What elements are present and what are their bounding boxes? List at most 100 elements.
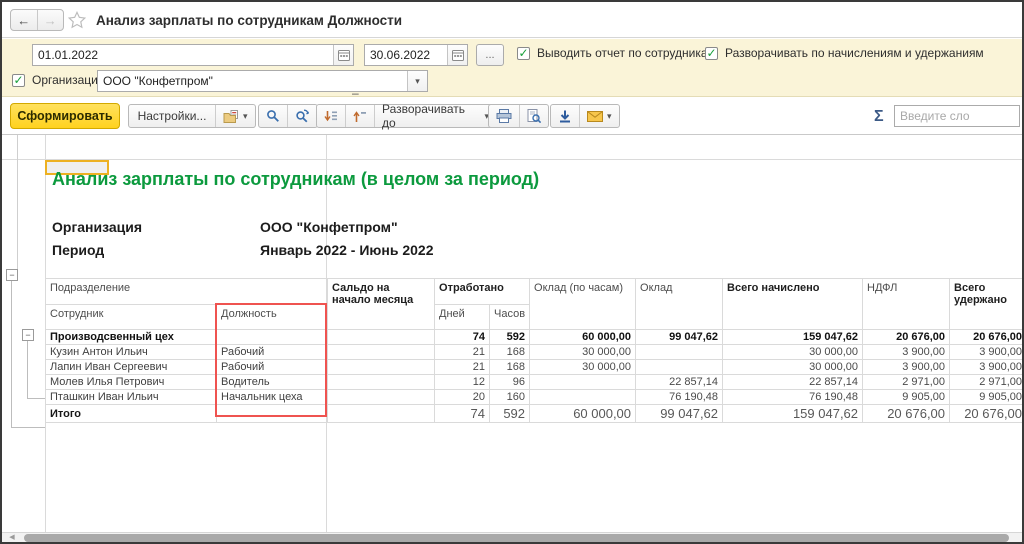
cell-hours[interactable]: 168 <box>489 359 531 375</box>
print-button[interactable] <box>489 105 519 127</box>
cell-balance[interactable] <box>327 374 436 390</box>
period-from-field[interactable]: 01.01.2022 <box>32 44 354 66</box>
cell-days[interactable]: 74 <box>434 329 491 345</box>
settings-button[interactable]: Настройки... <box>129 105 215 127</box>
cell-salary[interactable]: 99 047,62 <box>635 404 724 423</box>
scrollbar-thumb[interactable] <box>24 534 1009 542</box>
cell-position[interactable] <box>215 404 329 423</box>
cell-withheld[interactable]: 3 900,00 <box>949 344 1022 360</box>
cell-ndfl[interactable]: 3 900,00 <box>862 344 951 360</box>
period-from-value[interactable]: 01.01.2022 <box>33 48 333 62</box>
cell-ndfl[interactable]: 2 971,00 <box>862 374 951 390</box>
cell-ndfl[interactable]: 3 900,00 <box>862 359 951 375</box>
collapse-group-button-outer[interactable]: − <box>6 269 18 281</box>
cell-accrued[interactable]: 159 047,62 <box>722 404 864 423</box>
save-button[interactable] <box>551 105 579 127</box>
cell-balance[interactable] <box>327 344 436 360</box>
cell-balance[interactable] <box>327 404 436 423</box>
collapse-group-button-inner[interactable]: − <box>22 329 34 341</box>
back-button[interactable]: ← <box>11 10 38 30</box>
cell-accrued[interactable]: 30 000,00 <box>722 359 864 375</box>
cell-salary[interactable]: 22 857,14 <box>635 374 724 390</box>
header-worked[interactable]: Отработано <box>434 278 531 305</box>
employees-checkbox-label[interactable]: Выводить отчет по сотрудникам <box>537 46 716 60</box>
cell-position[interactable] <box>215 329 329 345</box>
cell-position[interactable]: Рабочий <box>215 344 329 360</box>
cell-name[interactable]: Итого <box>45 404 217 423</box>
period-to-calendar-button[interactable] <box>447 45 467 65</box>
organization-combo[interactable]: ООО "Конфетпром" ▾ <box>97 70 428 92</box>
find-button[interactable] <box>259 105 287 127</box>
expand-checkbox[interactable]: ✓ <box>705 46 718 60</box>
employees-checkbox[interactable]: ✓ <box>517 46 530 60</box>
header-salary-hourly[interactable]: Оклад (по часам) <box>529 278 637 330</box>
report-variants-button[interactable]: ▾ <box>215 105 255 127</box>
header-position[interactable]: Должность <box>215 304 329 330</box>
period-to-field[interactable]: 30.06.2022 <box>364 44 468 66</box>
cell-position[interactable]: Рабочий <box>215 359 329 375</box>
cell-salary-hourly[interactable]: 60 000,00 <box>529 404 637 423</box>
cell-withheld[interactable]: 2 971,00 <box>949 374 1022 390</box>
cell-accrued[interactable]: 159 047,62 <box>722 329 864 345</box>
cell-salary-hourly[interactable]: 30 000,00 <box>529 359 637 375</box>
cell-ndfl[interactable]: 20 676,00 <box>862 329 951 345</box>
send-email-button[interactable]: ▾ <box>579 105 619 127</box>
organization-dropdown-button[interactable]: ▾ <box>407 71 427 91</box>
cell-accrued[interactable]: 30 000,00 <box>722 344 864 360</box>
cell-salary[interactable] <box>635 344 724 360</box>
cell-position[interactable]: Начальник цеха <box>215 389 329 405</box>
cell-salary-hourly[interactable] <box>529 389 637 405</box>
period-to-value[interactable]: 30.06.2022 <box>365 48 447 62</box>
period-more-button[interactable]: ... <box>476 44 504 66</box>
header-accrued[interactable]: Всего начислено <box>722 278 864 330</box>
cell-position[interactable]: Водитель <box>215 374 329 390</box>
cell-balance[interactable] <box>327 329 436 345</box>
cell-salary-hourly[interactable] <box>529 374 637 390</box>
collapse-groups-button[interactable] <box>345 105 374 127</box>
cell-hours[interactable]: 168 <box>489 344 531 360</box>
organization-checkbox[interactable]: ✓ <box>12 73 25 87</box>
print-preview-button[interactable] <box>519 105 548 127</box>
cell-withheld[interactable]: 3 900,00 <box>949 359 1022 375</box>
header-salary[interactable]: Оклад <box>635 278 724 330</box>
cell-hours[interactable]: 592 <box>489 329 531 345</box>
cell-ndfl[interactable]: 20 676,00 <box>862 404 951 423</box>
cell-days[interactable]: 74 <box>434 404 491 423</box>
cell-balance[interactable] <box>327 359 436 375</box>
expand-to-button[interactable]: Разворачивать до ▾ <box>374 102 496 130</box>
cell-hours[interactable]: 96 <box>489 374 531 390</box>
forward-button[interactable]: → <box>38 10 64 30</box>
cell-balance[interactable] <box>327 389 436 405</box>
cell-salary[interactable]: 99 047,62 <box>635 329 724 345</box>
cell-ndfl[interactable]: 9 905,00 <box>862 389 951 405</box>
header-employee[interactable]: Сотрудник <box>45 304 217 330</box>
report-spreadsheet[interactable]: Анализ зарплаты по сотрудникам (в целом … <box>2 135 1022 532</box>
cell-withheld[interactable]: 20 676,00 <box>949 329 1022 345</box>
header-hours[interactable]: Часов <box>489 304 531 330</box>
header-days[interactable]: Дней <box>434 304 491 330</box>
cell-hours[interactable]: 160 <box>489 389 531 405</box>
header-department[interactable]: Подразделение <box>44 278 329 305</box>
cell-name[interactable]: Пташкин Иван Ильич <box>45 389 217 405</box>
search-input[interactable] <box>894 105 1020 127</box>
cell-accrued[interactable]: 76 190,48 <box>722 389 864 405</box>
cell-accrued[interactable]: 22 857,14 <box>722 374 864 390</box>
favorite-star-icon[interactable] <box>68 11 86 29</box>
generate-button[interactable]: Сформировать <box>10 103 120 129</box>
cell-hours[interactable]: 592 <box>489 404 531 423</box>
header-ndfl[interactable]: НДФЛ <box>862 278 951 330</box>
cell-name[interactable]: Кузин Антон Ильич <box>45 344 217 360</box>
autosum-sigma-icon[interactable]: Σ <box>874 108 884 126</box>
cell-salary-hourly[interactable]: 60 000,00 <box>529 329 637 345</box>
horizontal-scrollbar[interactable]: ◀ <box>2 532 1022 542</box>
cell-days[interactable]: 12 <box>434 374 491 390</box>
expand-groups-button[interactable] <box>317 105 345 127</box>
header-balance[interactable]: Сальдо на начало месяца <box>327 278 436 330</box>
cell-salary[interactable]: 76 190,48 <box>635 389 724 405</box>
cell-days[interactable]: 20 <box>434 389 491 405</box>
cell-withheld[interactable]: 9 905,00 <box>949 389 1022 405</box>
cell-salary-hourly[interactable]: 30 000,00 <box>529 344 637 360</box>
scroll-left-arrow-icon[interactable]: ◀ <box>6 533 18 542</box>
cell-name[interactable]: Производсвенный цех <box>45 329 217 345</box>
find-next-button[interactable] <box>287 105 317 127</box>
